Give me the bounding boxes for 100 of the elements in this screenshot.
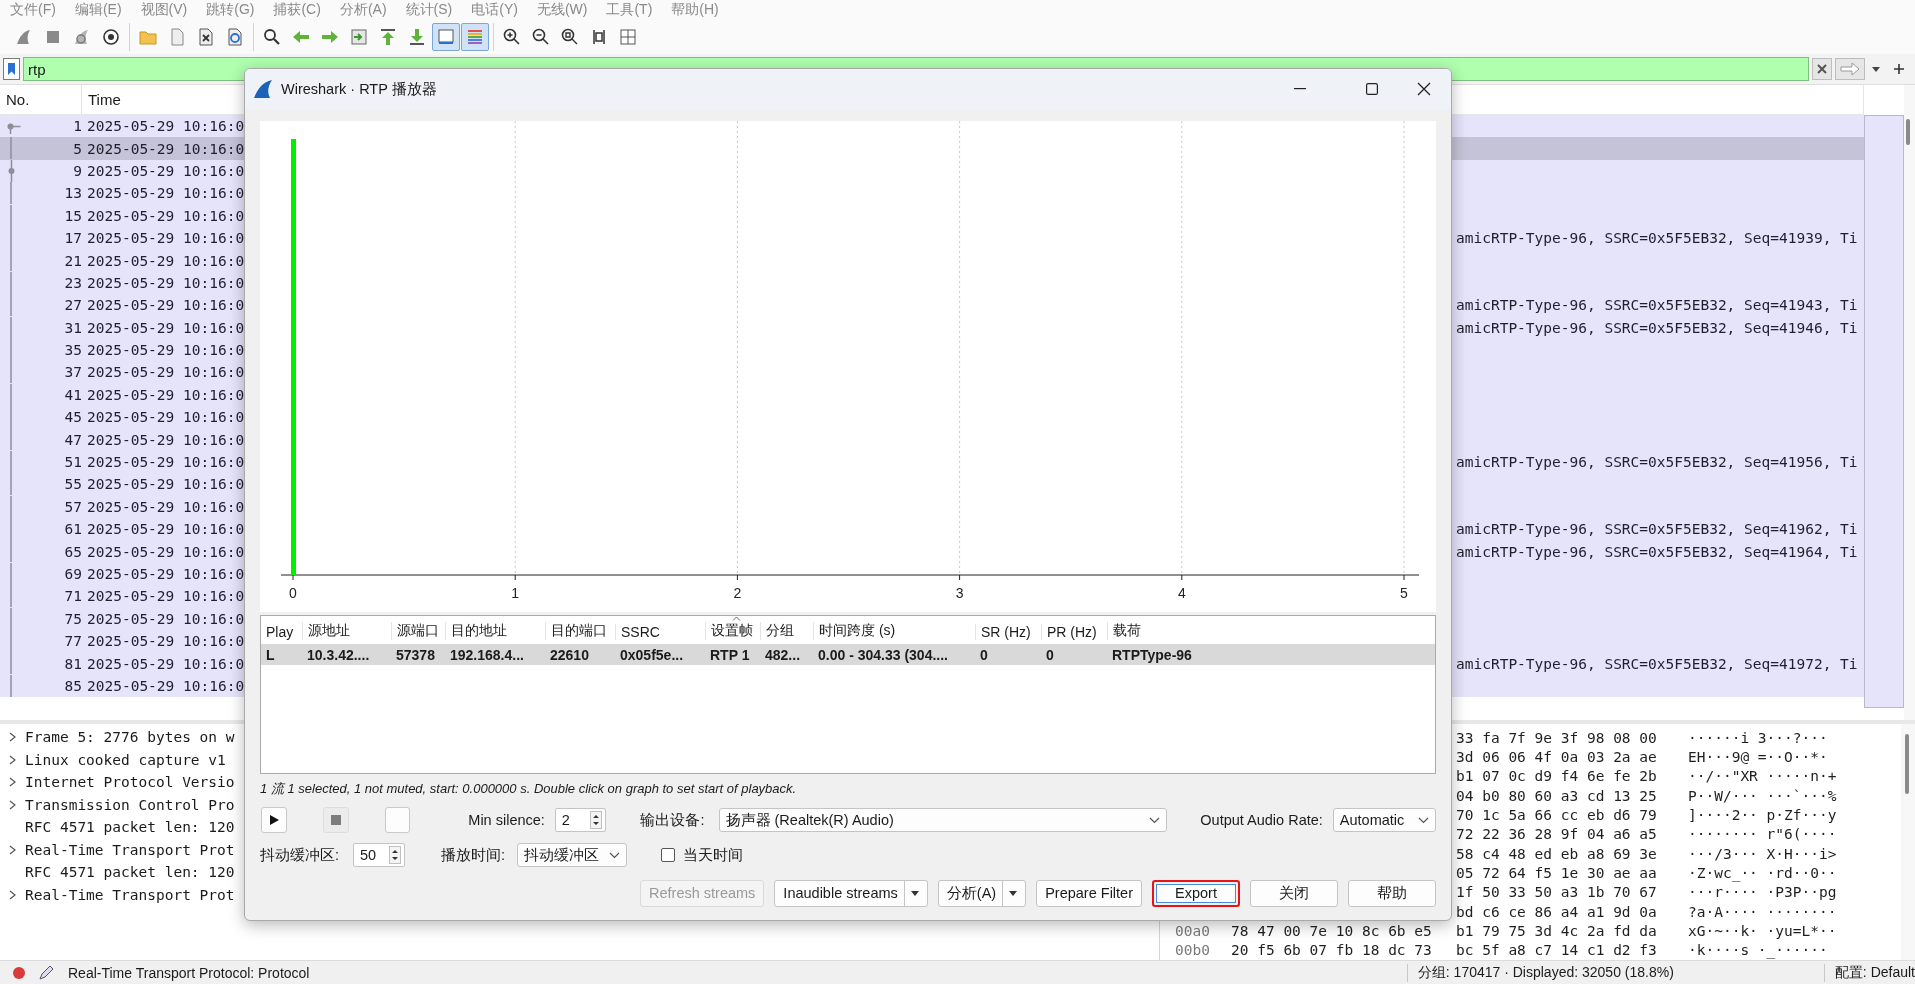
table-cell-text: 22610	[549, 646, 590, 663]
table-cell-text: 0x05f5e...	[619, 646, 685, 663]
table-cell-text: 37	[63, 364, 82, 381]
hex-ascii: EH···9@ =··O··*·	[1688, 749, 1828, 765]
table-cell-text: 31	[63, 319, 82, 336]
table-cell-text: 61	[63, 521, 82, 538]
field-label: 输出设备:	[640, 810, 705, 830]
table-cell-text: 81	[63, 655, 82, 672]
table-cell-text: 2025-05-29 10:16:0	[86, 655, 246, 672]
axis-label: 5	[1400, 585, 1408, 601]
table-cell-text: 2025-05-29 10:16:0	[86, 252, 246, 269]
stream-status-text: 1 流 1 selected, 1 not muted, start: 0.000000 s. Double click on graph to set start of playback.	[260, 779, 797, 798]
table-cell: amicRTP-Type-96, SSRC=0x5F5EB32, Seq=41962, Ti	[1456, 521, 1858, 538]
table-cell: amicRTP-Type-96, SSRC=0x5F5EB32, Seq=41956, Ti	[1456, 454, 1858, 471]
table-cell-text: 5	[72, 140, 82, 157]
hex-ascii: ········ r"6(····	[1688, 826, 1837, 843]
hex-bytes: 78 47 00 7e 10 8c 6b e5	[1231, 922, 1432, 939]
table-cell-text: 0	[979, 646, 989, 663]
table-cell-text: 77	[63, 633, 82, 650]
table-cell-text: 2025-05-29 10:16:0	[86, 162, 246, 179]
table-cell-text: 75	[63, 610, 82, 627]
hex-ascii: ···/3··· X·H···i>	[1688, 845, 1837, 862]
table-cell-text: 2025-05-29 10:16:0	[86, 454, 246, 471]
table-cell-text: 2025-05-29 10:16:0	[86, 409, 246, 426]
hex-bytes: 04 b0 80 60 a3 cd 13 25	[1456, 787, 1657, 804]
hex-bytes: 70 1c 5a 66 cc eb d6 79	[1456, 806, 1657, 823]
table-cell-text: 482...	[764, 646, 802, 663]
table-cell-text: 2025-05-29 10:16:0	[86, 230, 246, 247]
table-cell-text: 27	[63, 297, 82, 314]
hex-bytes: 3d 06 06 4f 0a 03 2a ae	[1456, 749, 1657, 765]
table-cell-text: L	[265, 646, 276, 663]
table-cell-text: 2025-05-29 10:16:0	[86, 633, 246, 650]
table-cell-text: 2025-05-29 10:16:0	[86, 677, 246, 694]
field-label: Min silence:	[468, 812, 545, 828]
table-cell-text: 2025-05-29 10:16:0	[86, 588, 246, 605]
table-cell-text: RTPType-96	[1111, 646, 1193, 663]
hex-bytes: 72 22 36 28 9f 04 a6 a5	[1456, 826, 1657, 843]
field-label: 抖动缓冲区:	[260, 845, 340, 865]
table-cell: amicRTP-Type-96, SSRC=0x5F5EB32, Seq=41964, Ti	[1456, 543, 1858, 560]
table-cell-text: 51	[63, 454, 82, 471]
table-cell-text: 41	[63, 386, 82, 403]
hex-ascii: ?a·A···· ········	[1688, 903, 1837, 920]
hex-bytes: bc 5f a8 c7 14 c1 d2 f3	[1456, 942, 1657, 959]
table-cell-text: 2025-05-29 10:16:0	[86, 498, 246, 515]
status-text: Real-Time Transport Protocol: Protocol	[68, 964, 310, 981]
table-cell-text: 69	[63, 566, 82, 582]
table-cell-text: 57378	[395, 646, 436, 663]
table-cell-text: 45	[63, 409, 82, 426]
table-cell-text: 2025-05-29 10:16:0	[86, 431, 246, 448]
table-cell-text: 10.3.42....	[306, 646, 371, 663]
hex-offset: 00a0	[1175, 922, 1210, 939]
hex-ascii: ······i 3···?···	[1688, 729, 1828, 746]
window-title: Wireshark · RTP 播放器	[281, 79, 437, 99]
table-cell-text: 0.00 - 304.33 (304....	[817, 646, 949, 663]
checkbox-label: 当天时间	[683, 845, 744, 865]
table-cell-text: 2025-05-29 10:16:0	[86, 342, 246, 359]
table-cell-text: 2025-05-29 10:16:0	[86, 118, 246, 135]
table-cell-text: 2025-05-29 10:16:0	[86, 476, 246, 493]
hex-bytes: 05 72 64 f5 1e 30 ae aa	[1456, 864, 1657, 881]
hex-bytes: 33 fa 7f 9e 3f 98 08 00	[1456, 729, 1657, 746]
table-cell-text: 21	[63, 252, 82, 269]
table-cell-text: 57	[63, 498, 82, 515]
axis-label: 0	[289, 585, 297, 601]
axis-label: 1	[511, 585, 520, 601]
table-cell-text: 35	[63, 342, 82, 359]
table-cell-text: 17	[63, 230, 82, 247]
table-cell-text: 1	[72, 118, 82, 135]
axis-label: 4	[1177, 585, 1186, 601]
hex-bytes: b1 79 75 3d 4c 2a fd da	[1456, 922, 1657, 939]
axis-label: 2	[733, 585, 742, 601]
table-cell-text: 2025-05-29 10:16:0	[86, 364, 246, 381]
table-cell: amicRTP-Type-96, SSRC=0x5F5EB32, Seq=41946, Ti	[1456, 319, 1858, 336]
table-cell: amicRTP-Type-96, SSRC=0x5F5EB32, Seq=41939, Ti	[1456, 230, 1858, 247]
field-label: 播放时间:	[441, 845, 506, 865]
hex-bytes: 20 f5 6b 07 fb 18 dc 73	[1231, 942, 1432, 959]
table-cell-text: 15	[63, 207, 82, 224]
hex-ascii: ·Z·wc_·· ·rd··0··	[1688, 864, 1837, 881]
hex-ascii: ·k····s ·_······	[1688, 942, 1828, 959]
table-cell-text: 13	[63, 185, 82, 202]
hex-bytes: 1f 50 33 50 a3 1b 70 67	[1456, 884, 1657, 901]
table-cell-text: 2025-05-29 10:16:0	[86, 319, 246, 336]
field-label: Output Audio Rate:	[1200, 812, 1323, 828]
table-cell-text: 2025-05-29 10:16:0	[86, 566, 246, 582]
table-cell-text: 65	[63, 543, 82, 560]
hex-bytes: bd c6 ce 86 a4 a1 9d 0a	[1456, 903, 1657, 920]
table-cell-text: 2025-05-29 10:16:0	[86, 610, 246, 627]
table-cell-text: 2025-05-29 10:16:0	[86, 207, 246, 224]
table-cell-text: 2025-05-29 10:16:0	[86, 185, 246, 202]
hex-ascii: ··/··"XR ·····n·+	[1688, 768, 1837, 785]
table-cell-text: 47	[63, 431, 82, 448]
table-cell-text: 2025-05-29 10:16:0	[86, 521, 246, 538]
table-cell-text: 192.168.4...	[449, 646, 525, 663]
table-cell-text: 9	[72, 162, 82, 179]
table-cell-text: 23	[63, 274, 82, 291]
table-cell-text: 2025-05-29 10:16:0	[86, 386, 246, 403]
hex-ascii: ]····2·· p·Zf···y	[1688, 806, 1837, 823]
table-cell-text: RTP 1	[709, 646, 751, 663]
hex-offset: 00b0	[1175, 942, 1210, 959]
table-cell-text: 71	[63, 588, 82, 605]
table-cell: amicRTP-Type-96, SSRC=0x5F5EB32, Seq=41972, Ti	[1456, 655, 1858, 672]
